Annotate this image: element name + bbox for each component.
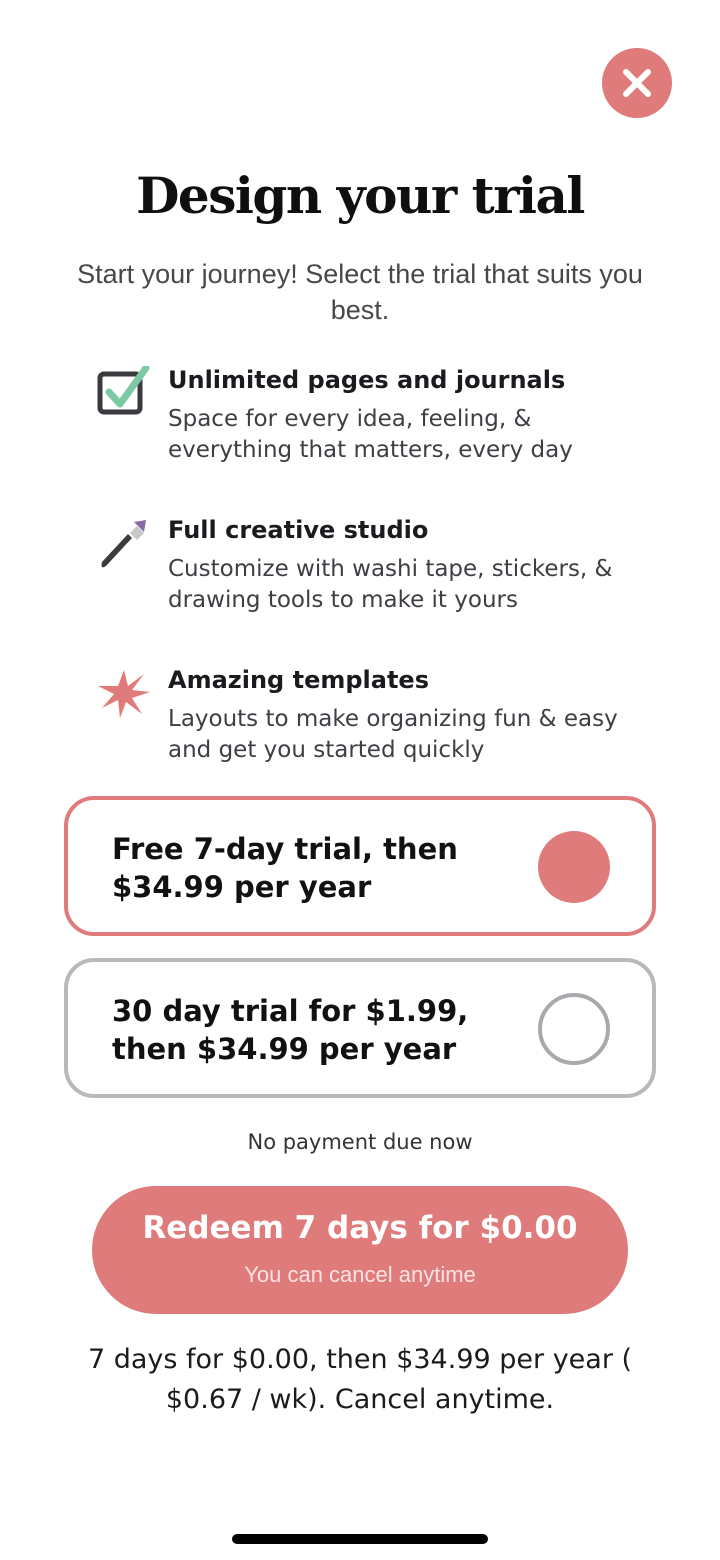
page-subtitle: Start your journey! Select the trial tha… [77, 259, 643, 325]
plan-label: Free 7-day trial, then $34.99 per year [112, 832, 458, 904]
home-indicator[interactable] [232, 1534, 488, 1544]
radio-unselected[interactable] [538, 993, 610, 1065]
plan-option-free-trial[interactable]: Free 7-day trial, then $34.99 per year [64, 796, 656, 936]
sparkle-icon [98, 670, 150, 718]
payment-note: No payment due now [247, 1130, 473, 1154]
feature-title: Unlimited pages and journals [168, 366, 566, 394]
redeem-button[interactable]: Redeem 7 days for $0.00 You can cancel a… [92, 1186, 628, 1314]
close-button[interactable] [602, 48, 672, 118]
feature-amazing-templates: Amazing templates Layouts to make organi… [96, 666, 656, 786]
feature-unlimited-pages: Unlimited pages and journals Space for e… [96, 366, 656, 486]
redeem-button-label: Redeem 7 days for $0.00 [142, 1210, 578, 1246]
paintbrush-icon [101, 520, 146, 568]
radio-selected[interactable] [538, 831, 610, 903]
feature-title: Full creative studio [168, 516, 429, 544]
redeem-button-sublabel: You can cancel anytime [244, 1262, 476, 1287]
feature-title: Amazing templates [168, 666, 429, 694]
feature-creative-studio: Full creative studio Customize with wash… [96, 516, 656, 636]
page-title: Design your trial [136, 166, 585, 225]
feature-description: Layouts to make organizing fun & easy an… [168, 706, 618, 763]
plan-option-30-day-trial[interactable]: 30 day trial for $1.99, then $34.99 per … [64, 958, 656, 1098]
pricing-terms: 7 days for $0.00, then $34.99 per year (… [87, 1344, 633, 1415]
feature-description: Space for every idea, feeling, & everyth… [168, 406, 573, 463]
plan-label: 30 day trial for $1.99, then $34.99 per … [112, 994, 469, 1066]
checkbox-icon [97, 366, 150, 415]
feature-description: Customize with washi tape, stickers, & d… [168, 556, 613, 613]
close-icon [623, 69, 651, 97]
